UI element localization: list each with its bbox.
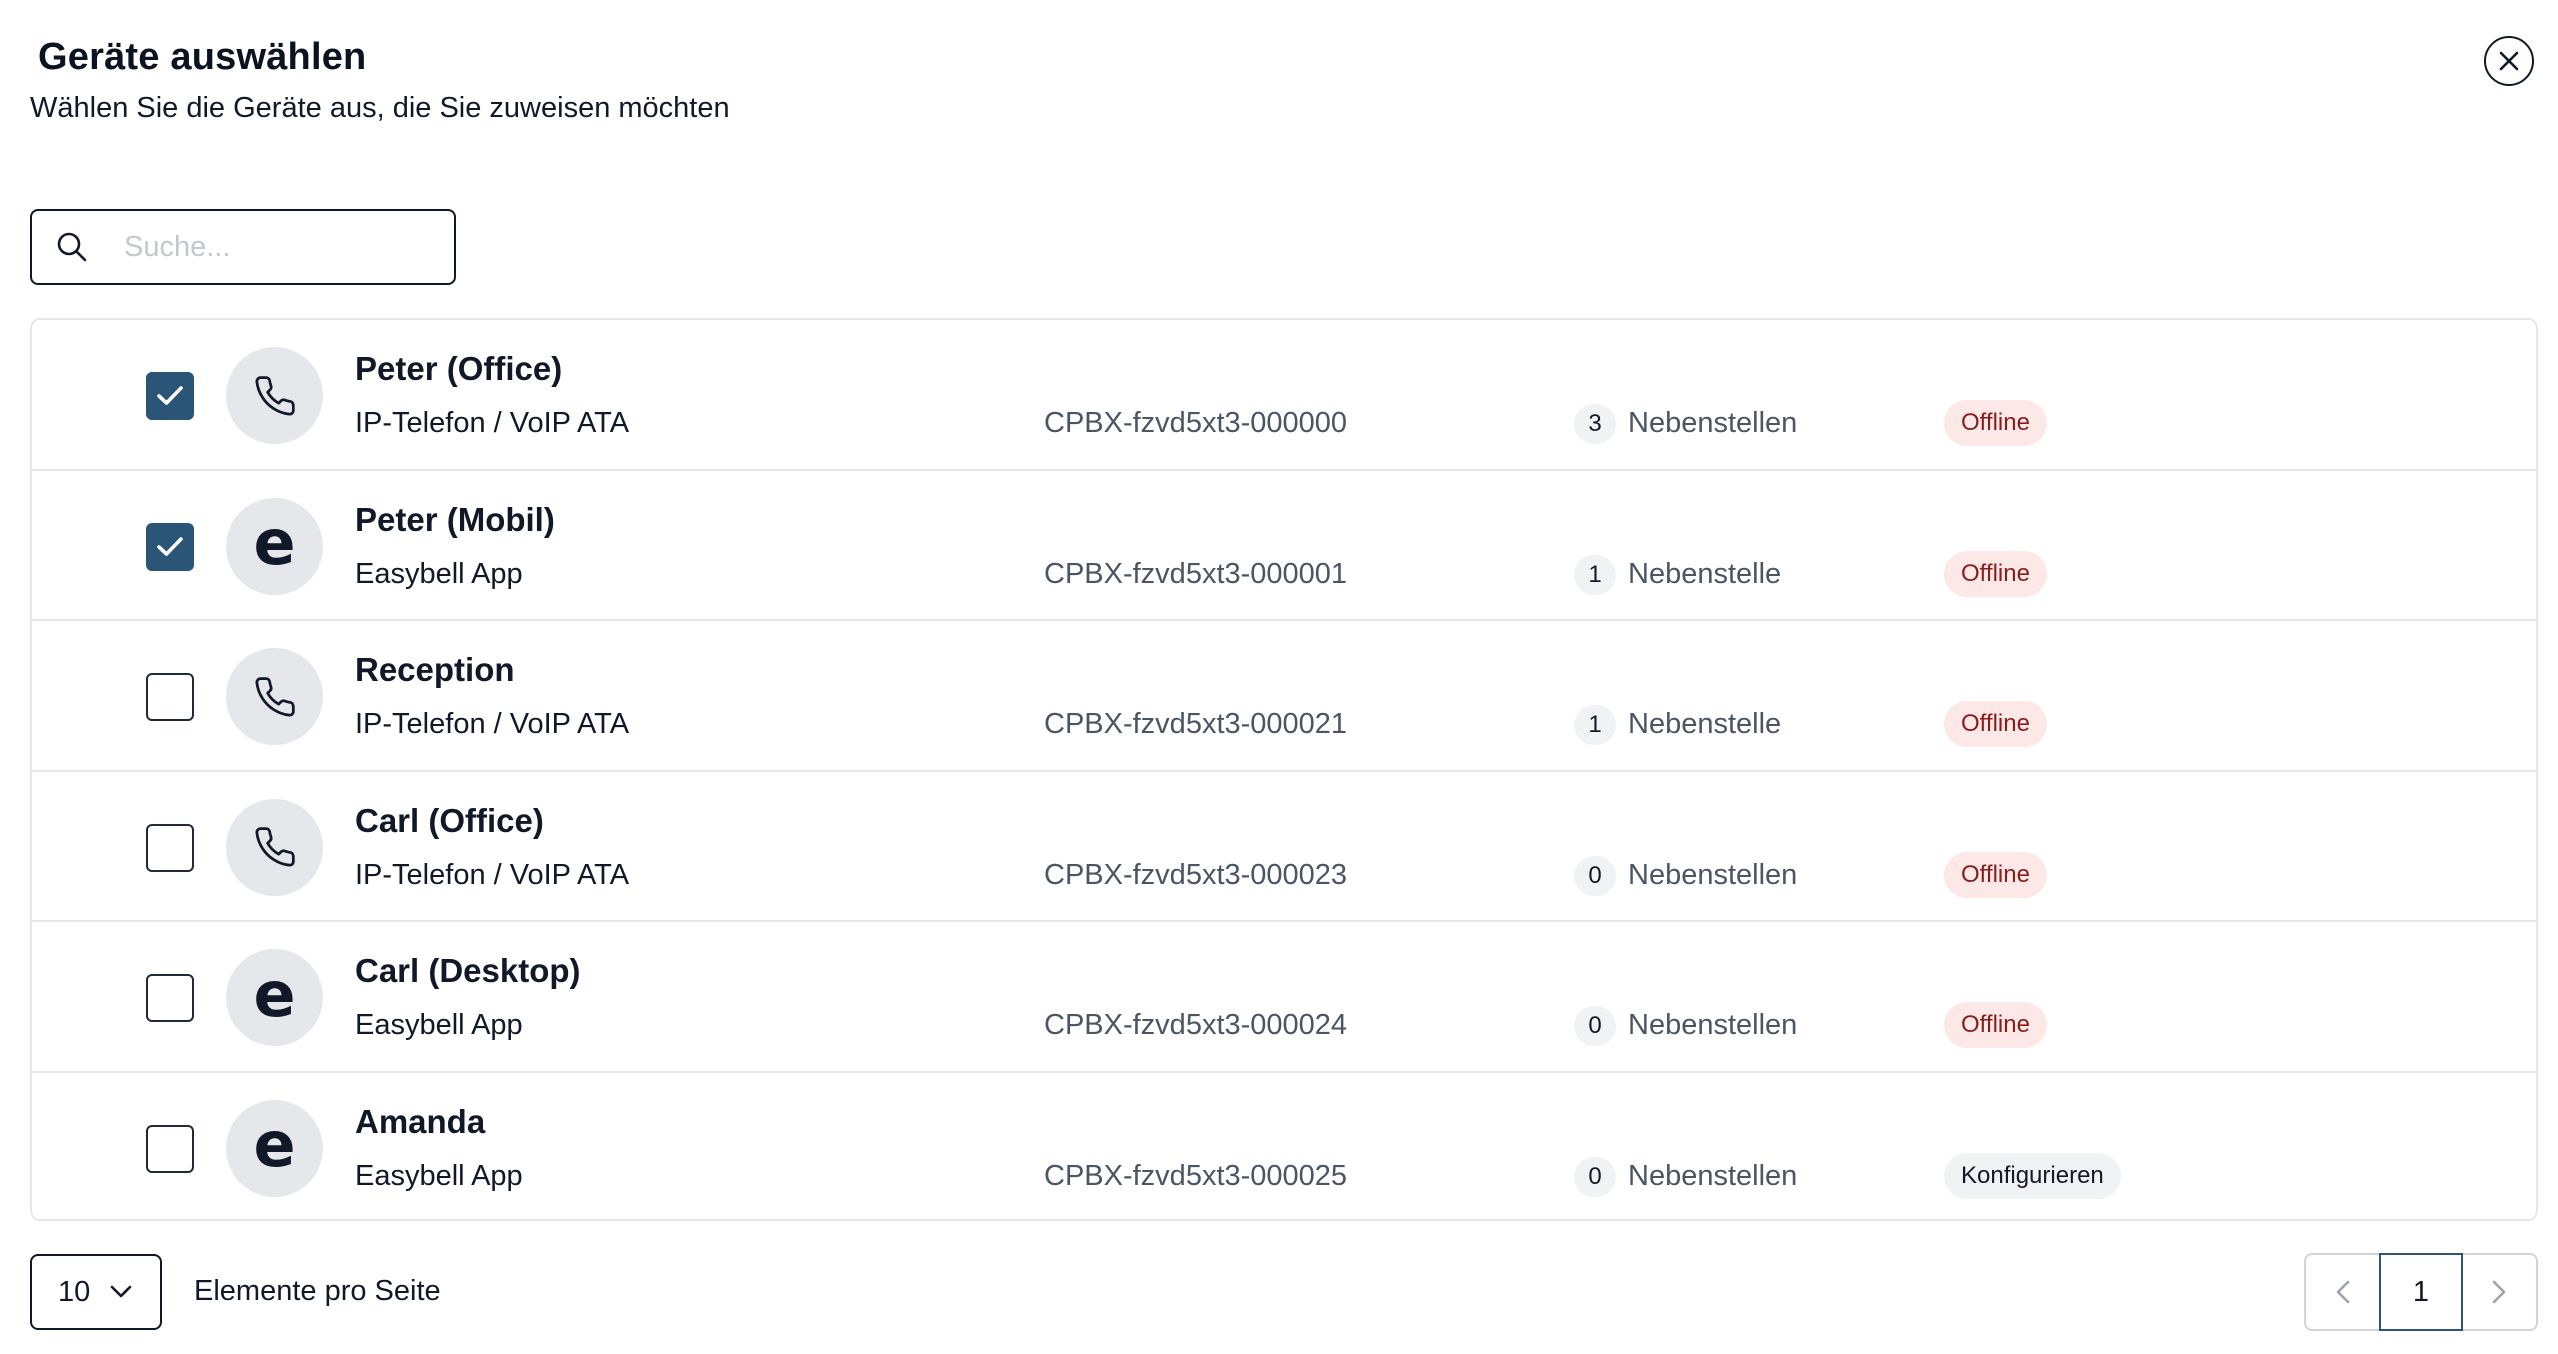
device-checkbox[interactable] — [146, 372, 194, 420]
device-avatar — [226, 648, 323, 745]
device-type: IP-Telefon / VoIP ATA — [355, 708, 630, 740]
checkmark-icon — [157, 536, 183, 556]
device-type: Easybell App — [355, 1009, 523, 1041]
status-badge: Offline — [1944, 400, 2047, 446]
device-avatar: e — [226, 1099, 323, 1197]
device-row[interactable]: e Amanda Easybell App CPBX-fzvd5xt3-0000… — [32, 1073, 2536, 1220]
easybell-e-icon: e — [253, 957, 296, 1031]
extension-count-badge: 1 — [1574, 554, 1616, 595]
device-type: Easybell App — [355, 557, 523, 590]
next-page-button[interactable] — [2462, 1255, 2536, 1329]
chevron-right-icon — [2492, 1280, 2506, 1304]
status-badge: Offline — [1944, 851, 2047, 898]
checkmark-icon — [157, 386, 183, 405]
items-per-page-select[interactable]: 10 — [30, 1254, 162, 1330]
device-name: Amanda — [355, 1102, 486, 1140]
dialog-title: Geräte auswählen — [38, 36, 367, 78]
device-name: Carl (Desktop) — [355, 952, 581, 989]
device-row[interactable]: e Carl (Desktop) Easybell App CPBX-fzvd5… — [32, 922, 2536, 1073]
device-id: CPBX-fzvd5xt3-000024 — [1044, 1009, 1348, 1041]
extension-label: Nebenstellen — [1628, 1159, 1798, 1192]
device-row[interactable]: Peter (Office) IP-Telefon / VoIP ATA CPB… — [32, 320, 2536, 471]
extension-label: Nebenstelle — [1628, 557, 1782, 590]
device-checkbox[interactable] — [146, 1124, 194, 1173]
search-input[interactable] — [122, 229, 426, 265]
device-id: CPBX-fzvd5xt3-000023 — [1044, 858, 1348, 891]
search-icon — [56, 231, 88, 263]
device-type: IP-Telefon / VoIP ATA — [355, 858, 630, 891]
device-avatar: e — [226, 949, 323, 1046]
extension-count-badge: 1 — [1574, 705, 1616, 745]
device-checkbox[interactable] — [146, 522, 194, 571]
status-badge: Offline — [1944, 550, 2047, 597]
status-badge: Offline — [1944, 701, 2047, 747]
items-per-page-value: 10 — [58, 1275, 91, 1308]
chevron-left-icon — [2336, 1280, 2350, 1304]
easybell-e-icon: e — [253, 506, 296, 579]
extension-label: Nebenstelle — [1628, 708, 1782, 740]
pagination: 1 — [2304, 1253, 2538, 1331]
device-type: IP-Telefon / VoIP ATA — [355, 407, 630, 439]
extension-label: Nebenstellen — [1628, 407, 1798, 439]
phone-icon — [253, 825, 297, 869]
page-1-button[interactable]: 1 — [2379, 1253, 2463, 1331]
status-badge: Konfigurieren — [1944, 1152, 2121, 1199]
device-checkbox[interactable] — [146, 673, 194, 721]
device-checkbox[interactable] — [146, 974, 194, 1022]
device-id: CPBX-fzvd5xt3-000021 — [1044, 708, 1348, 740]
device-id: CPBX-fzvd5xt3-000001 — [1044, 557, 1348, 590]
close-icon — [2499, 51, 2519, 71]
close-button[interactable] — [2484, 36, 2534, 86]
extension-count-badge: 3 — [1574, 404, 1616, 444]
device-name: Reception — [355, 651, 515, 688]
extension-count-badge: 0 — [1574, 855, 1616, 896]
device-id: CPBX-fzvd5xt3-000000 — [1044, 407, 1348, 439]
previous-page-button[interactable] — [2306, 1255, 2380, 1329]
device-row[interactable]: Reception IP-Telefon / VoIP ATA CPBX-fzv… — [32, 621, 2536, 772]
extension-count-badge: 0 — [1574, 1006, 1616, 1046]
device-id: CPBX-fzvd5xt3-000025 — [1044, 1159, 1348, 1192]
device-checkbox[interactable] — [146, 823, 194, 872]
device-list: Peter (Office) IP-Telefon / VoIP ATA CPB… — [30, 318, 2538, 1221]
device-type: Easybell App — [355, 1159, 523, 1192]
chevron-down-icon — [110, 1285, 132, 1298]
device-row[interactable]: e Peter (Mobil) Easybell App CPBX-fzvd5x… — [32, 471, 2536, 621]
items-per-page-label: Elemente pro Seite — [194, 1275, 441, 1307]
easybell-e-icon: e — [253, 1108, 296, 1181]
dialog-subtitle: Wählen Sie die Geräte aus, die Sie zuwei… — [30, 92, 730, 124]
device-avatar — [226, 347, 323, 444]
device-name: Peter (Office) — [355, 350, 563, 387]
extension-label: Nebenstellen — [1628, 1009, 1798, 1041]
extension-count-badge: 0 — [1574, 1156, 1616, 1197]
phone-icon — [253, 374, 297, 418]
extension-label: Nebenstellen — [1628, 858, 1798, 891]
device-row[interactable]: Carl (Office) IP-Telefon / VoIP ATA CPBX… — [32, 772, 2536, 922]
device-name: Peter (Mobil) — [355, 500, 555, 538]
device-name: Carl (Office) — [355, 801, 544, 839]
status-badge: Offline — [1944, 1002, 2047, 1048]
device-avatar: e — [226, 497, 323, 595]
search-box[interactable] — [30, 209, 456, 285]
phone-icon — [253, 675, 297, 719]
device-avatar — [226, 798, 323, 896]
